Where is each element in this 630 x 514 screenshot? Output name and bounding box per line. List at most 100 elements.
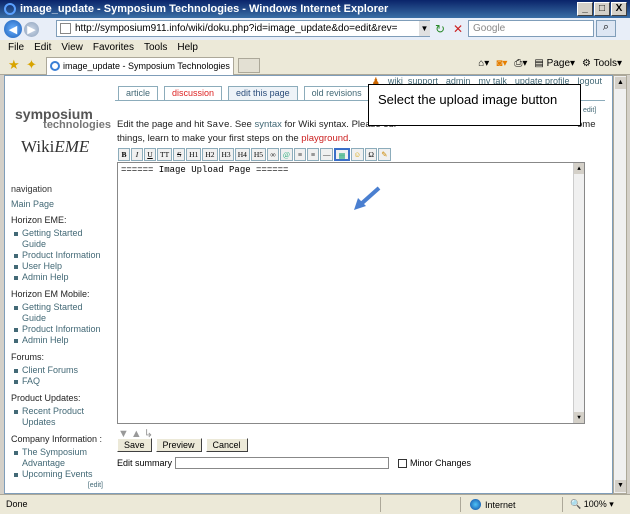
close-button[interactable]: X bbox=[611, 2, 627, 16]
logo-wiki: WikiEME bbox=[21, 137, 111, 157]
print-icon[interactable]: ⎙▾ bbox=[514, 58, 527, 69]
tab-edit-this-page[interactable]: edit this page bbox=[228, 86, 298, 100]
horizontal-rule-icon[interactable]: — bbox=[319, 148, 334, 161]
playground-link[interactable]: playground bbox=[301, 133, 348, 144]
instruction-callout: Select the upload image button bbox=[368, 84, 581, 126]
intro-t5: things, learn to make your first steps o… bbox=[117, 133, 302, 144]
security-zone[interactable]: Internet bbox=[470, 499, 516, 510]
signature-icon[interactable]: ✎ bbox=[378, 148, 391, 161]
window-title: image_update - Symposium Technologies - … bbox=[20, 3, 389, 15]
h4-button[interactable]: H4 bbox=[234, 148, 250, 161]
new-tab-button[interactable] bbox=[238, 58, 260, 73]
smiley-icon[interactable]: ☺ bbox=[350, 148, 365, 161]
preview-button[interactable]: Preview bbox=[155, 438, 202, 452]
editor-toolbar: B I U TT S H1 H2 H3 H4 H5 ∞ @ ≡ ≡ — ▦ ☺ … bbox=[118, 148, 391, 162]
unordered-list-icon[interactable]: ≡ bbox=[306, 148, 319, 161]
special-chars-icon[interactable]: Ω bbox=[365, 148, 378, 161]
editor-scroll-up-icon[interactable]: ▲ bbox=[574, 163, 584, 174]
command-bar: ⌂▾ ◙▾ ⎙▾ ▤ Page▾ ⚙ Tools▾ bbox=[478, 58, 622, 69]
save-button[interactable]: Save bbox=[117, 438, 152, 452]
stop-icon[interactable]: ✕ bbox=[450, 21, 466, 37]
editor-content: ====== Image Upload Page ====== bbox=[121, 165, 289, 175]
editor-scroll-down-icon[interactable]: ▼ bbox=[574, 412, 584, 423]
minimize-button[interactable]: _ bbox=[577, 2, 593, 16]
minor-changes-checkbox[interactable] bbox=[398, 458, 408, 468]
nav-edit-link[interactable]: [edit] bbox=[11, 482, 103, 489]
bold-button[interactable]: B bbox=[118, 148, 130, 161]
nav-item[interactable]: Product Information bbox=[11, 324, 103, 335]
editor-scrollbar[interactable]: ▲ ▼ bbox=[573, 163, 584, 423]
menu-favorites[interactable]: Favorites bbox=[93, 42, 134, 53]
cancel-button[interactable]: Cancel bbox=[205, 438, 248, 452]
editor-textarea[interactable]: ====== Image Upload Page ====== ▲ ▼ bbox=[117, 162, 585, 424]
search-input[interactable]: Google bbox=[468, 20, 594, 37]
edit-summary-input[interactable] bbox=[175, 457, 390, 469]
url-dropdown-icon[interactable]: ▼ bbox=[419, 21, 430, 36]
h1-button[interactable]: H1 bbox=[186, 148, 202, 161]
nav-section-title: Company Information : bbox=[11, 434, 103, 444]
tools-menu[interactable]: ⚙ Tools▾ bbox=[582, 58, 622, 69]
nav-section-title: Forums: bbox=[11, 352, 45, 362]
code-button[interactable]: TT bbox=[157, 148, 173, 161]
forward-arrow-icon[interactable]: ▶ bbox=[24, 21, 39, 37]
nav-item[interactable]: Admin Help bbox=[11, 272, 103, 283]
search-icon[interactable]: ⌕ bbox=[596, 20, 616, 37]
h5-button[interactable]: H5 bbox=[250, 148, 267, 161]
favorites-star-icon[interactable]: ★ bbox=[8, 57, 20, 73]
underline-button[interactable]: U bbox=[144, 148, 156, 161]
page-content: ♟ wiki_support admin my talk update prof… bbox=[4, 75, 613, 494]
maximize-button[interactable]: □ bbox=[594, 2, 610, 16]
menu-edit[interactable]: Edit bbox=[34, 42, 51, 53]
link-logout[interactable]: logout bbox=[577, 76, 602, 87]
upload-image-icon[interactable]: ▦ bbox=[334, 148, 350, 161]
h3-button[interactable]: H3 bbox=[218, 148, 234, 161]
browser-tab[interactable]: image_update - Symposium Technologies bbox=[46, 57, 234, 75]
url-field[interactable]: http://symposium911.info/wiki/doku.php?i… bbox=[56, 20, 430, 37]
minor-changes-label: Minor Changes bbox=[410, 458, 472, 468]
nav-item[interactable]: Admin Help bbox=[11, 335, 103, 346]
nav-item[interactable]: Upcoming Events bbox=[11, 469, 103, 480]
strike-button[interactable]: S bbox=[173, 148, 186, 161]
menu-bar: File Edit View Favorites Tools Help bbox=[0, 40, 630, 55]
nav-item[interactable]: Recent Product Updates bbox=[11, 406, 103, 428]
scroll-up-icon[interactable]: ▲ bbox=[615, 77, 626, 89]
nav-item[interactable]: The Symposium Advantage bbox=[11, 447, 103, 469]
nav-item[interactable]: Client Forums bbox=[11, 365, 103, 376]
nav-item[interactable]: Product Information bbox=[11, 250, 103, 261]
menu-file[interactable]: File bbox=[8, 42, 24, 53]
logo-wiki-a: Wiki bbox=[21, 137, 55, 156]
nav-title: navigation bbox=[11, 184, 53, 194]
tab-old-revisions[interactable]: old revisions bbox=[303, 86, 370, 100]
internal-link-icon[interactable]: ∞ bbox=[267, 148, 280, 161]
external-link-icon[interactable]: @ bbox=[280, 148, 293, 161]
menu-tools[interactable]: Tools bbox=[144, 42, 167, 53]
nav-item[interactable]: Getting Started Guide bbox=[11, 228, 103, 250]
italic-button[interactable]: I bbox=[131, 148, 143, 161]
refresh-icon[interactable]: ↻ bbox=[432, 21, 448, 37]
section-edit-link[interactable]: edit] bbox=[583, 107, 596, 114]
menu-help[interactable]: Help bbox=[177, 42, 198, 53]
tab-discussion[interactable]: discussion bbox=[164, 86, 223, 100]
page-scrollbar[interactable]: ▲ ▼ bbox=[613, 75, 627, 494]
syntax-link[interactable]: syntax bbox=[254, 119, 281, 130]
status-divider bbox=[380, 497, 381, 512]
page-menu[interactable]: ▤ Page▾ bbox=[534, 58, 575, 69]
nav-item[interactable]: FAQ bbox=[11, 376, 103, 387]
zoom-level[interactable]: 🔍 100% ▾ bbox=[570, 499, 614, 510]
nav-item[interactable]: User Help bbox=[11, 261, 103, 272]
status-divider bbox=[562, 497, 563, 512]
globe-icon bbox=[470, 499, 481, 510]
ordered-list-icon[interactable]: ≡ bbox=[293, 148, 306, 161]
site-logo[interactable]: symposium technologies WikiEME bbox=[15, 106, 111, 157]
intro-t6: . bbox=[348, 133, 351, 144]
feeds-icon[interactable]: ◙▾ bbox=[496, 58, 507, 69]
scroll-down-icon[interactable]: ▼ bbox=[615, 480, 626, 492]
nav-item[interactable]: Getting Started Guide bbox=[11, 302, 103, 324]
menu-view[interactable]: View bbox=[61, 42, 83, 53]
home-icon[interactable]: ⌂▾ bbox=[478, 58, 489, 69]
tab-article[interactable]: article bbox=[118, 86, 159, 100]
h2-button[interactable]: H2 bbox=[202, 148, 218, 161]
back-arrow-icon[interactable]: ◀ bbox=[4, 20, 22, 38]
add-favorite-icon[interactable]: ✦ bbox=[26, 57, 37, 73]
nav-main-page[interactable]: Main Page bbox=[11, 199, 103, 209]
